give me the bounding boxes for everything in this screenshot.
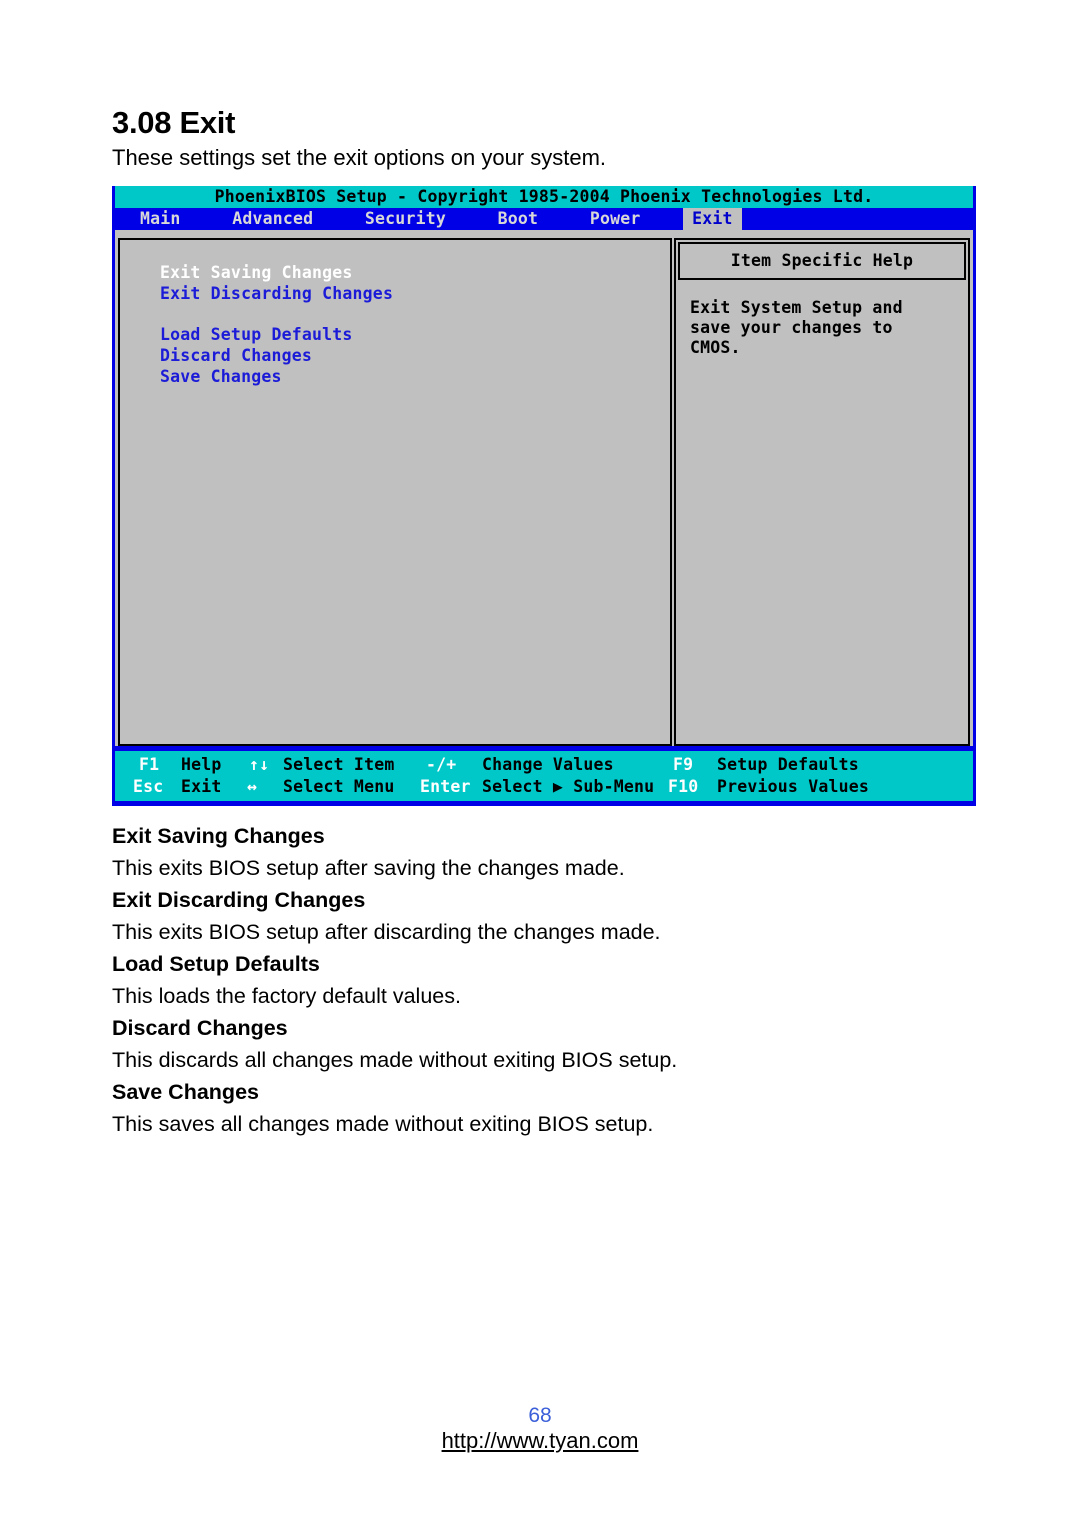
bios-panels: Exit Saving Changes Exit Discarding Chan… [115,238,973,746]
key-minus-plus[interactable]: -/+ [426,754,456,776]
page-number: 68 [528,1404,552,1427]
option-discard-changes[interactable]: Discard Changes [160,345,393,366]
tab-boot[interactable]: Boot [489,208,548,230]
bios-options-panel: Exit Saving Changes Exit Discarding Chan… [118,238,672,746]
option-load-setup-defaults[interactable]: Load Setup Defaults [160,324,393,345]
description-save-changes: Save Changes This saves all changes made… [112,1076,653,1141]
tab-advanced[interactable]: Advanced [223,208,322,230]
option-exit-saving-changes[interactable]: Exit Saving Changes [160,262,393,283]
description-heading: Exit Discarding Changes [112,888,366,912]
key-esc-desc: Exit [181,777,222,796]
key-esc[interactable]: Esc [133,776,163,798]
arrow-left-right-icon[interactable]: ↔ [247,776,257,798]
key-enter[interactable]: Enter [420,776,471,798]
option-exit-discarding-changes[interactable]: Exit Discarding Changes [160,283,393,304]
description-body: This exits BIOS setup after discarding t… [112,920,661,944]
item-specific-help-panel: Item Specific Help Exit System Setup and… [674,238,970,746]
key-enter-desc: Select ▶ Sub-Menu [482,777,655,796]
help-panel-body: Exit System Setup and save your changes … [690,298,952,358]
tab-main[interactable]: Main [131,208,190,230]
key-f10-desc: Previous Values [717,777,870,796]
arrow-up-down-icon[interactable]: ↑↓ [249,754,269,776]
page-intro-text: These settings set the exit options on y… [112,145,607,170]
keybar-row-1: F1 Help ↑↓ Select Item -/+ Change Values… [115,754,973,776]
key-f1[interactable]: F1 [139,754,159,776]
help-line-1: Exit System Setup and [690,298,903,317]
bios-screen-inner: PhoenixBIOS Setup - Copyright 1985-2004 … [115,186,973,803]
key-f1-desc: Help [181,755,222,774]
option-save-changes[interactable]: Save Changes [160,366,393,387]
bios-options-list: Exit Saving Changes Exit Discarding Chan… [160,262,393,387]
help-panel-header: Item Specific Help [678,242,966,280]
description-body: This saves all changes made without exit… [112,1112,654,1136]
bios-setup-screen: PhoenixBIOS Setup - Copyright 1985-2004 … [112,186,976,806]
key-f9-desc: Setup Defaults [717,755,859,774]
key-select-menu-desc: Select Menu [283,777,395,796]
bios-menu-bar: Main Advanced Security Boot Power Exit [115,208,973,230]
page-title: 3.08 Exit [112,105,236,140]
description-body: This discards all changes made without e… [112,1048,678,1072]
description-discard-changes: Discard Changes This discards all change… [112,1012,677,1077]
description-heading: Load Setup Defaults [112,952,320,976]
description-body: This exits BIOS setup after saving the c… [112,856,625,880]
tab-power[interactable]: Power [581,208,650,230]
bios-function-key-bar: F1 Help ↑↓ Select Item -/+ Change Values… [115,751,973,801]
help-line-2: save your changes to [690,318,893,337]
help-line-3: CMOS. [690,338,741,357]
key-f9[interactable]: F9 [673,754,693,776]
description-body: This loads the factory default values. [112,984,461,1008]
tab-exit[interactable]: Exit [683,208,742,230]
document-page: 3.08 Exit These settings set the exit op… [0,0,1080,1527]
bios-title-bar: PhoenixBIOS Setup - Copyright 1985-2004 … [115,186,973,208]
key-select-item-desc: Select Item [283,755,395,774]
keybar-row-2: Esc Exit ↔ Select Menu Enter Select ▶ Su… [115,776,973,798]
description-load-setup-defaults: Load Setup Defaults This loads the facto… [112,948,461,1013]
description-heading: Save Changes [112,1080,259,1104]
description-exit-saving-changes: Exit Saving Changes This exits BIOS setu… [112,820,625,885]
key-f10[interactable]: F10 [668,776,698,798]
description-heading: Exit Saving Changes [112,824,325,848]
description-exit-discarding-changes: Exit Discarding Changes This exits BIOS … [112,884,661,949]
tab-security[interactable]: Security [356,208,455,230]
key-change-values-desc: Change Values [482,755,614,774]
description-heading: Discard Changes [112,1016,288,1040]
bios-menu-divider [115,230,973,238]
footer-url[interactable]: http://www.tyan.com [0,1428,1080,1454]
